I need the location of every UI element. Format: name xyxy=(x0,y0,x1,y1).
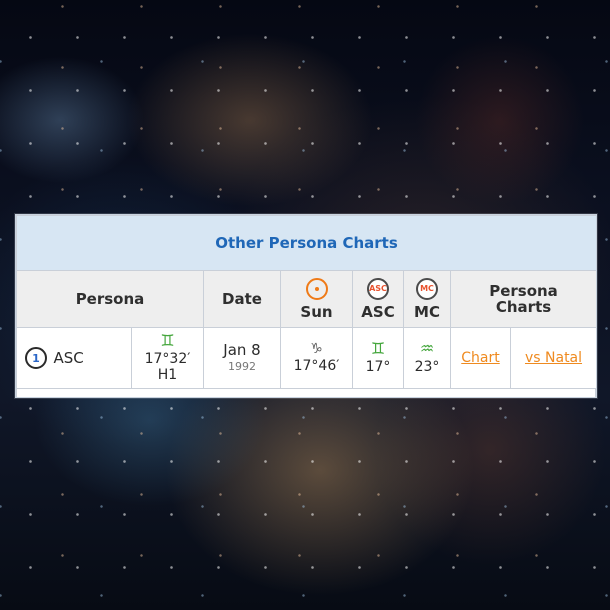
gemini-icon: ♊ xyxy=(370,338,386,358)
persona-position-cell: ♊ 17°32′ H1 xyxy=(131,327,204,389)
persona-column-header: Persona xyxy=(16,270,204,328)
asc-position-cell: ♊ 17° xyxy=(352,327,404,389)
persona-charts-table: Other Persona Charts Persona Date Sun AS… xyxy=(16,215,596,389)
mc-header-label: MC xyxy=(414,302,440,321)
mc-position: 23° xyxy=(414,358,440,375)
date-year: 1992 xyxy=(228,359,256,373)
date-main: Jan 8 xyxy=(223,341,261,360)
sun-position-cell: ♑ 17°46′ xyxy=(280,327,353,389)
date-cell: Jan 8 1992 xyxy=(203,327,281,389)
table-title: Other Persona Charts xyxy=(215,234,398,252)
sun-header-label: Sun xyxy=(300,302,333,321)
persona-house: H1 xyxy=(157,367,178,383)
persona-number-icon: 1 xyxy=(25,347,47,369)
asc-column-header: ASC ASC xyxy=(352,270,404,328)
capricorn-icon: ♑ xyxy=(310,340,323,357)
date-header-label: Date xyxy=(222,289,262,308)
aquarius-icon: ♒ xyxy=(419,338,435,358)
chart-link-cell: Chart xyxy=(450,327,511,389)
table-header-row: Persona Date Sun ASC ASC MC MC Persona C… xyxy=(16,270,596,328)
asc-header-label: ASC xyxy=(361,302,395,321)
persona-header-label: Persona xyxy=(75,289,145,308)
gemini-icon: ♊ xyxy=(160,330,175,350)
table-bottom-strip xyxy=(16,389,596,397)
persona-name: ASC xyxy=(53,349,84,367)
persona-name-cell: 1 ASC xyxy=(16,327,132,389)
persona-charts-column-header: Persona Charts xyxy=(449,270,596,328)
chart-link[interactable]: Chart xyxy=(461,350,499,366)
mc-icon: MC xyxy=(416,277,438,300)
asc-icon: ASC xyxy=(367,277,389,300)
sun-position: 17°46′ xyxy=(293,357,340,374)
sun-icon xyxy=(305,277,328,300)
date-column-header: Date xyxy=(203,270,281,328)
asc-position: 17° xyxy=(365,358,391,375)
persona-charts-header-label: Persona Charts xyxy=(489,281,558,316)
natal-link-cell: vs Natal xyxy=(509,327,596,389)
sun-column-header: Sun xyxy=(280,270,353,328)
persona-position: 17°32′ xyxy=(144,350,191,367)
mc-position-cell: ♒ 23° xyxy=(403,327,451,389)
table-title-row: Other Persona Charts xyxy=(16,215,596,271)
vs-natal-link[interactable]: vs Natal xyxy=(525,350,582,366)
persona-table-panel: Other Persona Charts Persona Date Sun AS… xyxy=(15,214,597,398)
mc-column-header: MC MC xyxy=(403,270,451,328)
table-row: 1 ASC ♊ 17°32′ H1 Jan 8 1992 ♑ 17°46′ ♊ … xyxy=(16,327,596,389)
